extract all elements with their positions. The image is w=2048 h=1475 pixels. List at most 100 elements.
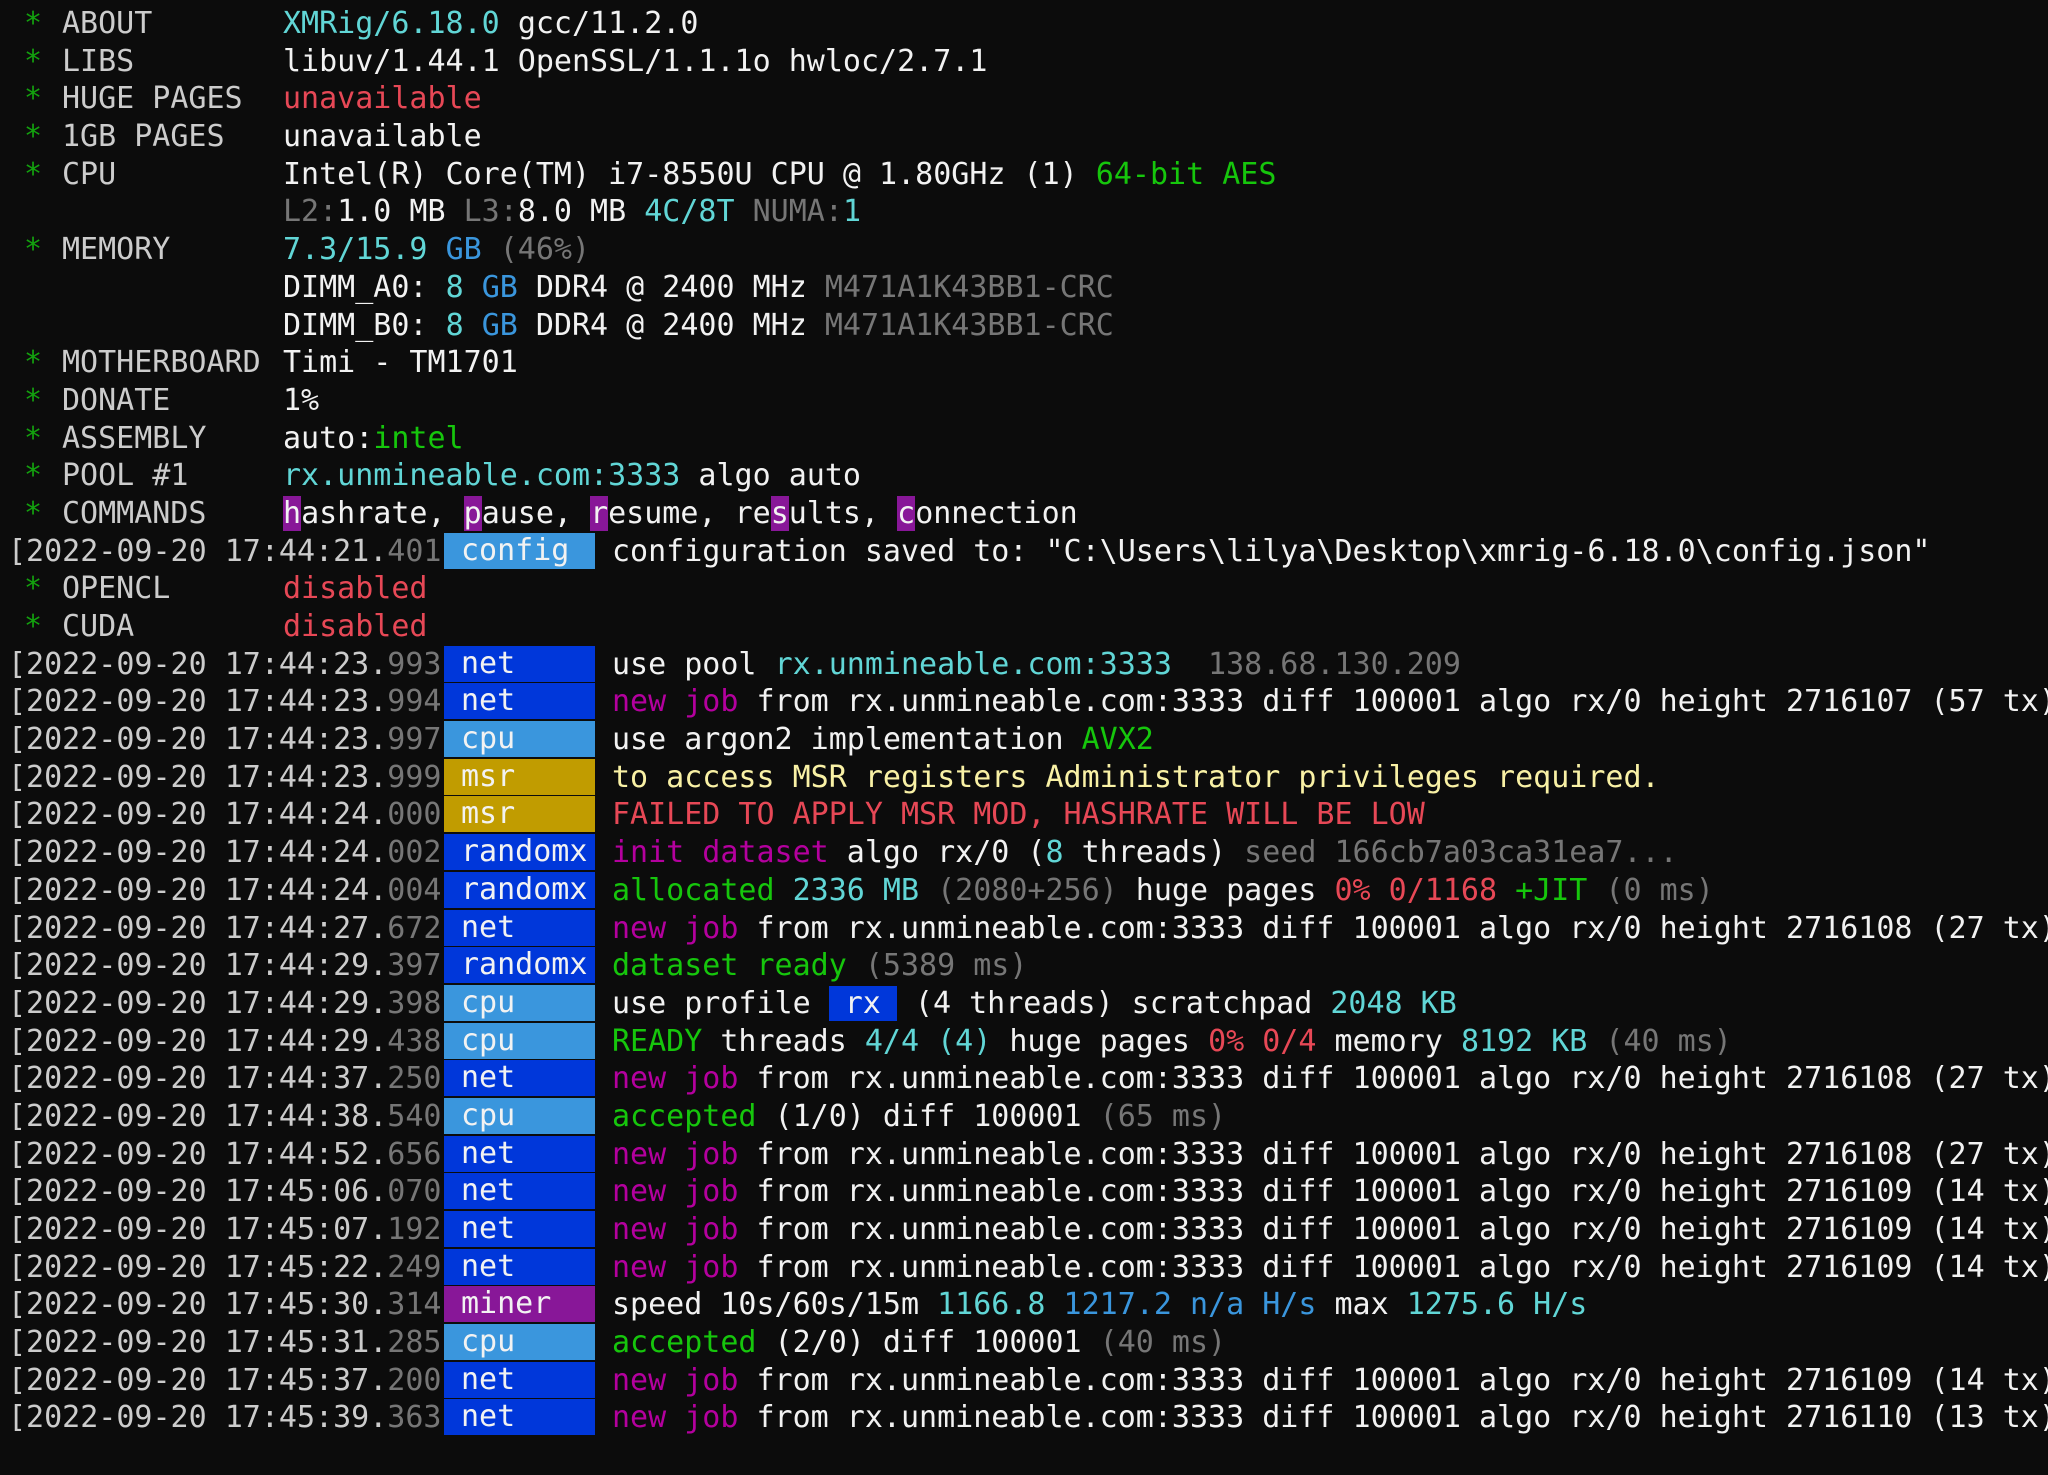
log-tag: net (444, 1399, 595, 1436)
log-timestamp: [2022-09-20 17:45:37.200] (8, 1362, 460, 1398)
info-bullet: * (24, 119, 43, 155)
info-label: MOTHERBOARD (62, 345, 261, 381)
log-line: [2022-09-20 17:44:37.250]netnew job from… (8, 1060, 2048, 1097)
gb-pages-value: unavailable (283, 119, 482, 155)
log-line: [2022-09-20 17:45:39.363]netnew job from… (8, 1399, 2048, 1436)
log-timestamp: [2022-09-20 17:44:38.540] (8, 1098, 460, 1134)
terminal-window[interactable]: * ABOUT XMRig/6.18.0 gcc/11.2.0 * LIBS libuv… (0, 0, 2048, 1475)
log-timestamp: [2022-09-20 17:45:31.285] (8, 1325, 460, 1361)
l3-value: 8.0 MB (517, 194, 627, 230)
info-donate: * DONATE 1% (8, 382, 2048, 420)
log-timestamp: [2022-09-20 17:44:23.997] (8, 722, 460, 758)
log-timestamp: [2022-09-20 17:44:23.999] (8, 759, 460, 795)
info-bullet: * (24, 81, 43, 117)
info-bullet: * (24, 43, 43, 79)
log-line: [2022-09-20 17:44:23.999]msrto access MS… (8, 758, 1660, 795)
log-timestamp: [2022-09-20 17:45:22.249] (8, 1249, 460, 1285)
info-bullet: * (24, 6, 43, 41)
info-label: LIBS (62, 43, 135, 79)
memory-usage: 7.3/15.9 (283, 232, 428, 268)
dimm-size: 8 (445, 269, 464, 305)
hotkey-results[interactable]: s (770, 495, 789, 531)
log-timestamp: [2022-09-20 17:44:23.994] (8, 684, 460, 720)
memory-unit: GB (445, 232, 482, 268)
log-line: [2022-09-20 17:44:24.002]randomxinit dat… (8, 834, 1678, 871)
info-1gb-pages: * 1GB PAGES unavailable (8, 118, 2048, 156)
hotkey-hashrate[interactable]: h (283, 495, 302, 531)
dimm-size: 8 (445, 307, 464, 343)
log-tag: net (444, 1173, 595, 1210)
info-cpu-cache: L2:1.0 MB L3:8.0 MB 4C/8T NUMA:1 (8, 193, 2048, 231)
log-tag: miner (444, 1286, 595, 1323)
log-line: [2022-09-20 17:45:22.249]netnew job from… (8, 1248, 2048, 1285)
info-label: ABOUT (62, 6, 153, 41)
info-bullet: * (24, 156, 43, 192)
log-tag: randomx (444, 871, 595, 908)
log-timestamp: [2022-09-20 17:44:24.000] (8, 797, 460, 833)
assembly-prefix: auto: (283, 420, 374, 456)
info-bullet: * (24, 495, 43, 531)
log-line: [2022-09-20 17:44:38.540]cpuaccepted (1/… (8, 1097, 1227, 1134)
hotkey-resume[interactable]: r (590, 495, 609, 531)
info-about: * ABOUT XMRig/6.18.0 gcc/11.2.0 (8, 5, 2048, 43)
log-line: [2022-09-20 17:45:31.285]cpuaccepted (2/… (8, 1324, 1227, 1361)
cpu-cores: 4C/8T (644, 194, 735, 230)
log-tag: randomx (444, 947, 595, 984)
cuda-value: disabled (283, 609, 428, 644)
info-label: 1GB PAGES (62, 119, 225, 155)
log-timestamp: [2022-09-20 17:45:39.363] (8, 1400, 460, 1436)
info-label: MEMORY (62, 232, 171, 268)
log-message: configuration saved to: "C:\Users\lilya\… (612, 533, 1931, 569)
info-label: ASSEMBLY (62, 420, 207, 456)
log-timestamp: [2022-09-20 17:45:06.070] (8, 1174, 460, 1210)
log-tag: msr (444, 758, 595, 795)
log-tag: randomx (444, 834, 595, 871)
info-bullet: * (24, 571, 43, 607)
log-tag: net (444, 909, 595, 946)
info-label: OPENCL (62, 571, 171, 607)
hotkey-pause[interactable]: p (463, 495, 482, 531)
huge-pages-value: unavailable (283, 81, 482, 117)
log-line: [2022-09-20 17:44:23.994]netnew job from… (8, 683, 2048, 720)
log-tag: net (444, 1135, 595, 1172)
info-dimm-a0: DIMM_A0: 8 GB DDR4 @ 2400 MHz M471A1K43B… (8, 269, 2048, 307)
log-timestamp: [2022-09-20 17:44:21.401] (8, 533, 460, 569)
log-tag: msr (444, 796, 595, 833)
log-timestamp: [2022-09-20 17:44:24.002] (8, 835, 460, 871)
cpu-features: 64-bit AES (1095, 156, 1277, 192)
log-timestamp: [2022-09-20 17:44:23.993] (8, 646, 460, 682)
info-bullet: * (24, 609, 43, 644)
log-timestamp: [2022-09-20 17:44:52.656] (8, 1136, 460, 1172)
info-commands: * COMMANDS hashrate, pause, resume, result… (8, 495, 2048, 533)
log-tag: config (444, 532, 595, 569)
motherboard-value: Timi - TM1701 (283, 345, 518, 381)
info-cuda: * CUDA disabled (8, 608, 2048, 646)
log-timestamp: [2022-09-20 17:44:37.250] (8, 1061, 460, 1097)
dimm-part: M471A1K43BB1-CRC (824, 307, 1114, 343)
info-label: CPU (62, 156, 117, 192)
dimm-part: M471A1K43BB1-CRC (824, 269, 1114, 305)
libs-value: libuv/1.44.1 OpenSSL/1.1.1o hwloc/2.7.1 (283, 43, 988, 79)
log-line: [2022-09-20 17:44:24.004]randomxallocate… (8, 871, 1714, 908)
log-tag: net (444, 683, 595, 720)
opencl-value: disabled (283, 571, 428, 607)
log-line: [2022-09-20 17:44:27.672]netnew job from… (8, 909, 2048, 946)
log-line: [2022-09-20 17:44:23.993]netuse pool rx.… (8, 645, 1461, 682)
dimm-spec: DDR4 @ 2400 MHz (535, 269, 807, 305)
log-timestamp: [2022-09-20 17:44:29.438] (8, 1023, 460, 1059)
numa-label: NUMA: (752, 194, 843, 230)
pool-algo: algo auto (698, 458, 861, 494)
info-bullet: * (24, 232, 43, 268)
info-label: HUGE PAGES (62, 81, 243, 117)
info-bullet: * (24, 458, 43, 494)
hotkey-connection[interactable]: c (897, 495, 916, 531)
log-tag: cpu (444, 1324, 595, 1361)
log-tag: net (444, 1361, 595, 1398)
info-bullet: * (24, 382, 43, 418)
log-timestamp: [2022-09-20 17:45:07.192] (8, 1212, 460, 1247)
info-label: POOL #1 (62, 458, 189, 494)
log-tag: cpu (444, 1097, 595, 1134)
l2-label: L2: (283, 194, 338, 230)
info-label: CUDA (62, 609, 135, 644)
log-line: [2022-09-20 17:44:29.438]cpuREADY thread… (8, 1022, 1732, 1059)
